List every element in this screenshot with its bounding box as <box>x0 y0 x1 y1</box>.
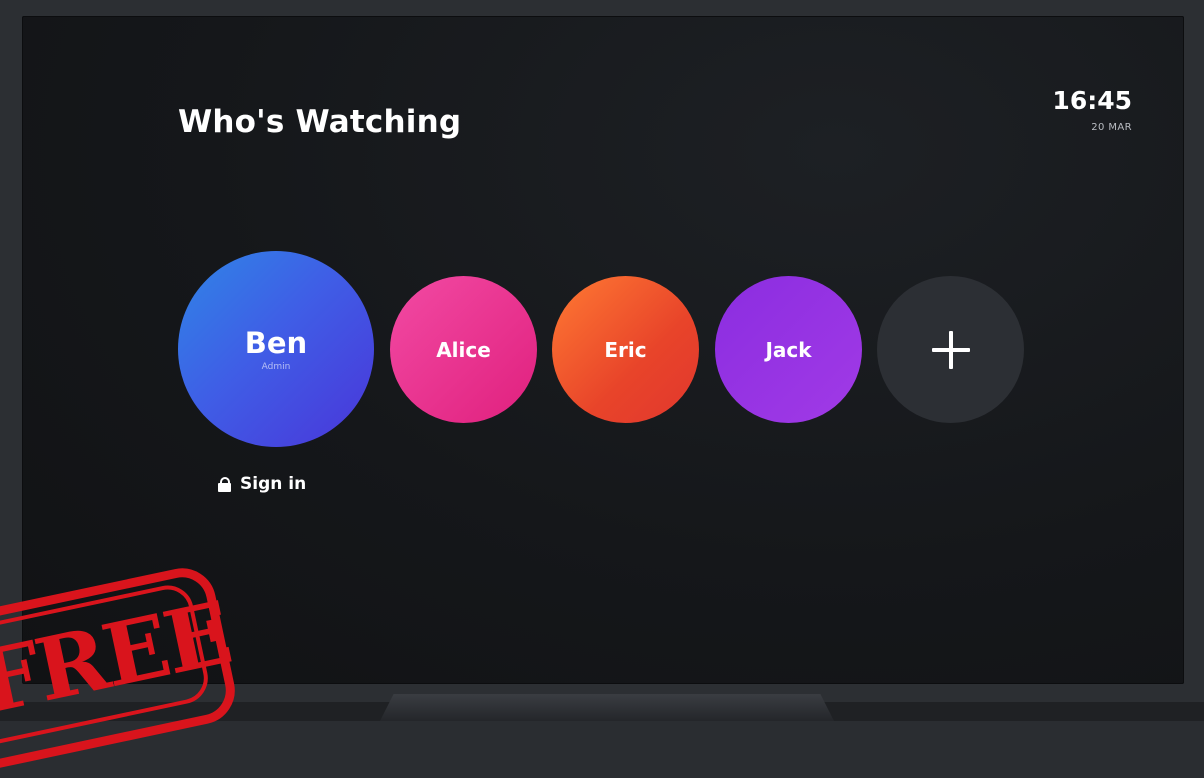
page-title: Who's Watching <box>178 104 462 140</box>
profile-name: Jack <box>765 337 812 362</box>
sign-in-label: Sign in <box>240 474 307 494</box>
clock-date: 20 MAR <box>1091 122 1132 133</box>
profile-name: Ben <box>244 326 308 360</box>
add-profile-button[interactable] <box>877 276 1024 423</box>
sign-in-button[interactable]: Sign in <box>218 474 306 494</box>
clock: 16:45 20 MAR <box>1052 86 1132 133</box>
profile-alice[interactable]: Alice <box>390 276 537 423</box>
profile-ben[interactable]: Ben Admin <box>178 251 374 447</box>
profile-name: Eric <box>604 337 647 362</box>
plus-icon <box>931 330 970 369</box>
profile-jack[interactable]: Jack <box>715 276 862 423</box>
tv-stand <box>380 694 834 721</box>
profile-role: Admin <box>261 362 291 372</box>
lock-icon <box>218 476 231 492</box>
profile-name: Alice <box>436 337 491 362</box>
clock-time: 16:45 <box>1052 86 1132 115</box>
profile-eric[interactable]: Eric <box>552 276 699 423</box>
